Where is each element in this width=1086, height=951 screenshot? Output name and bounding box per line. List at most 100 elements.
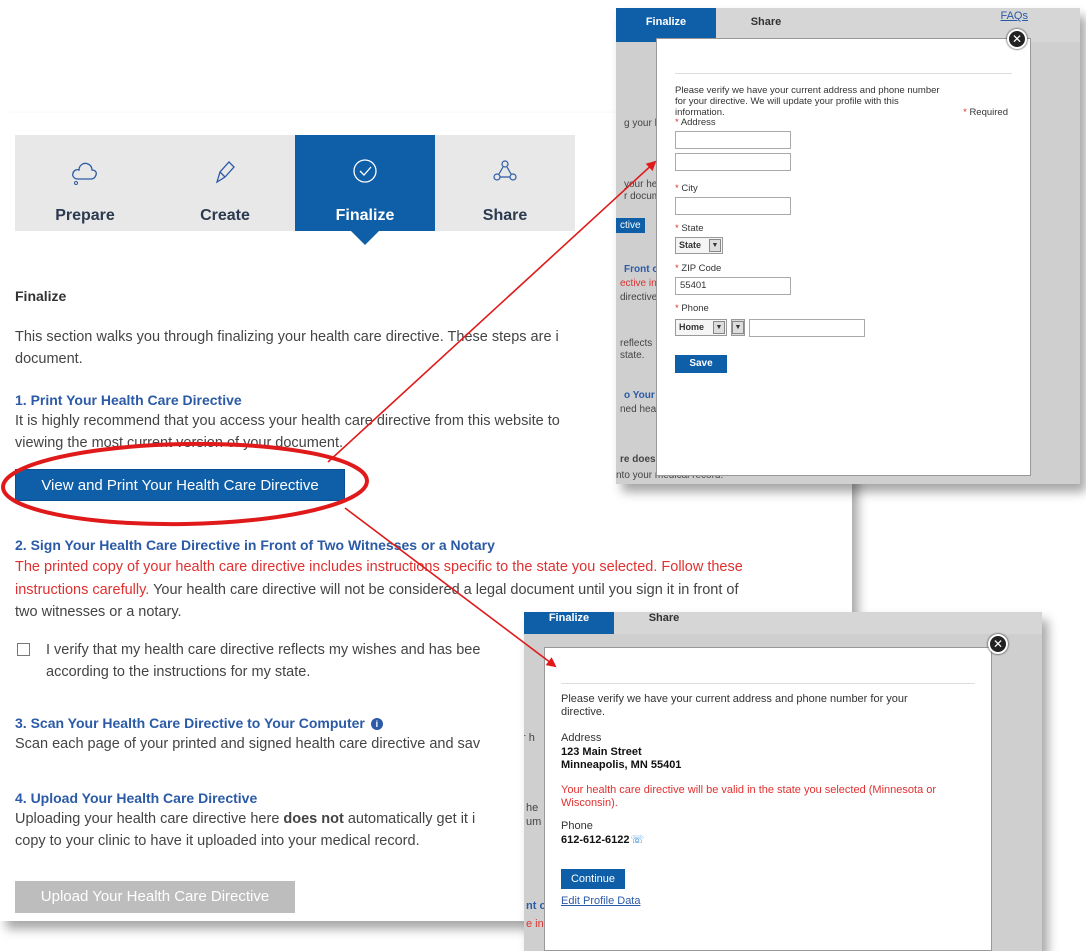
behind-text: state. <box>620 350 645 361</box>
step4-line-1-bold: does not <box>283 811 344 827</box>
tab-share[interactable]: Share <box>716 8 816 42</box>
phone-extra-select[interactable]: ▼ <box>731 319 745 336</box>
phone-value: 612-612-6122 <box>561 834 630 846</box>
tab-finalize[interactable]: Finalize <box>524 612 614 634</box>
address-line-2: Minneapolis, MN 55401 <box>561 759 682 771</box>
faqs-link[interactable]: FAQs <box>1000 10 1028 22</box>
behind-text: r docum <box>624 191 661 202</box>
phone-label: Phone <box>561 820 593 832</box>
behind-text: ned hea <box>620 404 657 415</box>
behind-text-bold: re does <box>620 454 656 465</box>
behind-text: Front o <box>624 264 659 275</box>
city-input[interactable] <box>675 197 791 215</box>
upload-button[interactable]: Upload Your Health Care Directive <box>15 881 295 913</box>
step2-red-line-1: The printed copy of your health care dir… <box>15 559 743 575</box>
step1-line-1: It is highly recommend that you access y… <box>15 413 560 429</box>
share-nodes-icon <box>435 155 575 187</box>
divider <box>675 73 1012 74</box>
behind-text: re does <box>620 454 656 465</box>
step4-line-1: Uploading your health care directive her… <box>15 808 475 830</box>
popup-b-tabbar: Finalize Share <box>524 612 1042 634</box>
address-label-text: Address <box>680 117 716 128</box>
behind-text: um <box>526 816 542 828</box>
save-button[interactable]: Save <box>675 355 727 373</box>
checkbox-label-1: I verify that my health care directive r… <box>46 642 481 658</box>
step-label: Prepare <box>55 207 115 224</box>
step2-line-2-rest: Your health care directive will not be c… <box>149 582 739 598</box>
address-line-1-input[interactable] <box>675 131 791 149</box>
required-label: Required <box>969 107 1008 118</box>
address-line-1: 123 Main Street <box>561 746 642 758</box>
view-print-button[interactable]: View and Print Your Health Care Directiv… <box>15 469 345 501</box>
state-label-text: State <box>681 223 704 234</box>
step3-title-row: 3. Scan Your Health Care Directive to Yo… <box>15 715 383 731</box>
behind-text: r h <box>524 732 535 744</box>
city-label: * City <box>675 183 698 194</box>
address-label: Address <box>561 732 602 744</box>
step-finalize[interactable]: Finalize <box>295 135 435 245</box>
chevron-down-icon: ▼ <box>732 321 744 334</box>
close-icon[interactable]: ✕ <box>1007 29 1027 49</box>
chevron-down-icon: ▼ <box>713 321 725 334</box>
step4-line-1-pre: Uploading your health care directive her… <box>15 811 284 827</box>
valid-state-note: Your health care directive will be valid… <box>561 784 937 809</box>
state-select[interactable]: State ▼ <box>675 237 723 254</box>
address-label: * Address <box>675 117 716 128</box>
zip-input[interactable]: 55401 <box>675 277 791 295</box>
info-icon[interactable]: i <box>370 718 383 730</box>
intro-line-1: This section walks you through finalizin… <box>15 329 559 345</box>
divider <box>561 683 975 684</box>
step2-line-2: instructions carefully. Your health care… <box>15 579 739 601</box>
step4-line-2: copy to your clinic to have it uploaded … <box>15 833 420 849</box>
behind-text: ective in <box>620 278 657 289</box>
zip-label: * ZIP Code <box>675 263 722 274</box>
phone-type-value: Home <box>679 322 705 332</box>
dialog-intro: Please verify we have your current addre… <box>561 693 908 718</box>
step-label: Share <box>482 207 528 224</box>
phone-label: * Phone <box>675 303 709 314</box>
step-share[interactable]: Share <box>435 135 575 231</box>
state-value: State <box>679 240 702 250</box>
step1-line-2: viewing the most current version of your… <box>15 435 344 451</box>
tab-share[interactable]: Share <box>614 612 714 634</box>
close-icon[interactable]: ✕ <box>988 634 1008 654</box>
step2-title: 2. Sign Your Health Care Directive in Fr… <box>15 537 495 553</box>
verify-checkbox[interactable] <box>17 643 30 656</box>
address-line-2-input[interactable] <box>675 153 791 171</box>
check-circle-icon <box>295 155 435 187</box>
step3-line-1: Scan each page of your printed and signe… <box>15 736 481 752</box>
section-title: Finalize <box>15 288 67 304</box>
checkbox-label-2: according to the instructions for my sta… <box>46 664 311 680</box>
edit-profile-link[interactable]: Edit Profile Data <box>561 895 640 907</box>
phone-type-select[interactable]: Home ▼ <box>675 319 727 336</box>
behind-text: e in <box>526 918 544 930</box>
behind-text: he <box>526 802 539 814</box>
city-label-text: City <box>681 183 698 194</box>
step4-line-1-post: automatically get it i <box>343 811 476 827</box>
verify-address-confirm-dialog: Please verify we have your current addre… <box>544 647 992 951</box>
cloud-icon <box>15 155 155 187</box>
step1-title: 1. Print Your Health Care Directive <box>15 392 242 408</box>
phone-value-row: 612-612-6122☏ <box>561 834 644 847</box>
step-prepare[interactable]: Prepare <box>15 135 155 231</box>
required-note: * Required <box>963 107 1008 118</box>
pen-icon <box>155 155 295 187</box>
step-create[interactable]: Create <box>155 135 295 231</box>
step-label: Finalize <box>335 207 395 224</box>
dialog-intro: Please verify we have your current addre… <box>675 85 940 118</box>
behind-text: reflects <box>620 338 653 349</box>
step-label: Create <box>200 207 250 224</box>
phone-icon[interactable]: ☏ <box>631 834 645 846</box>
phone-label-text: Phone <box>681 303 709 314</box>
behind-button: ctive <box>616 218 645 233</box>
state-label: * State <box>675 223 704 234</box>
step4-title: 4. Upload Your Health Care Directive <box>15 790 258 806</box>
continue-button[interactable]: Continue <box>561 869 625 889</box>
tab-finalize[interactable]: Finalize <box>616 8 716 42</box>
zip-label-text: ZIP Code <box>681 263 722 274</box>
step2-line-3: two witnesses or a notary. <box>15 604 182 620</box>
phone-input[interactable] <box>749 319 865 337</box>
step2-red-line-2: instructions carefully. <box>15 582 150 598</box>
behind-text: your he <box>624 179 658 190</box>
behind-text: g your h <box>624 118 661 129</box>
